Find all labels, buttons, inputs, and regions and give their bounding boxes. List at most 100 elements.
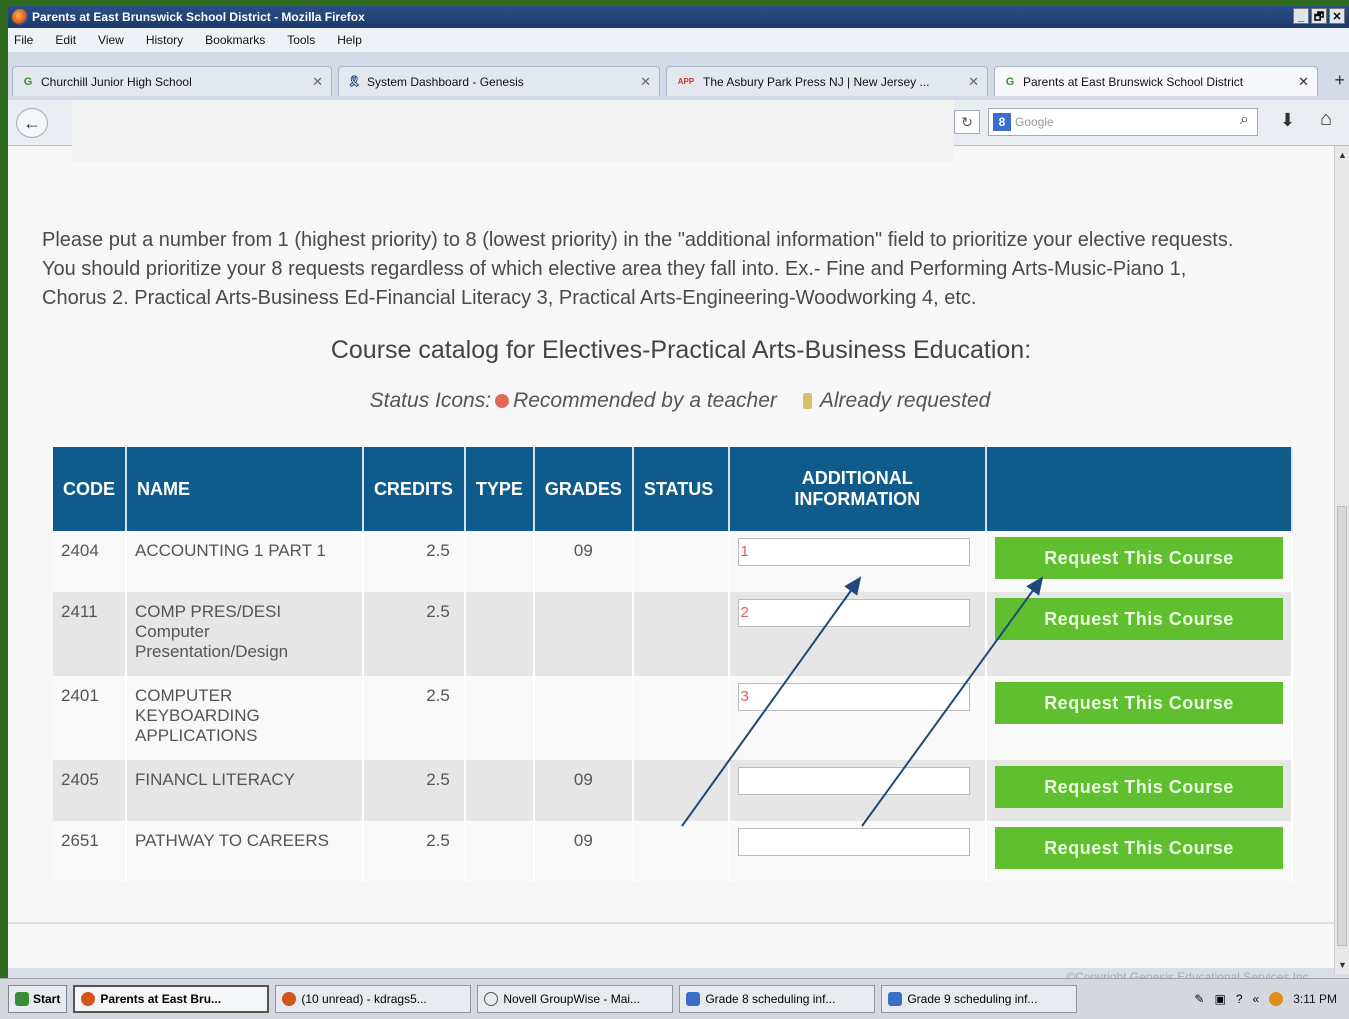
- cell-status: [632, 531, 730, 592]
- status-requested-label: Already requested: [819, 389, 991, 412]
- cell-credits: 2.5: [362, 676, 466, 760]
- close-button[interactable]: ✕: [1329, 8, 1345, 24]
- status-label: Status Icons:: [369, 389, 492, 412]
- cell-credits: 2.5: [362, 592, 466, 676]
- system-tray: ✎ ▣ ? « 3:11 PM: [1188, 985, 1343, 1013]
- google-icon: G: [23, 75, 33, 88]
- close-tab-icon[interactable]: ✕: [312, 74, 323, 90]
- page-divider: [8, 922, 1334, 924]
- cell-name: PATHWAY TO CAREERS: [126, 821, 364, 882]
- start-button[interactable]: Start: [8, 985, 68, 1013]
- windows-logo-icon: [15, 992, 29, 1006]
- cell-code: 2401: [53, 676, 128, 760]
- minimize-button[interactable]: _: [1293, 8, 1309, 24]
- header-grades[interactable]: GRADES: [533, 447, 634, 531]
- taskbar-item-groupwise[interactable]: Novell GroupWise - Mai...: [477, 985, 674, 1013]
- app-icon: APP: [677, 77, 695, 86]
- update-icon[interactable]: [1269, 992, 1284, 1006]
- scroll-up-icon[interactable]: ▲: [1338, 150, 1347, 160]
- tab-label: The Asbury Park Press NJ | New Jersey ..…: [703, 74, 930, 89]
- cell-type: [464, 531, 535, 592]
- windows-taskbar: Start Parents at East Bru... (10 unread)…: [0, 978, 1349, 1019]
- search-box[interactable]: 8 Google ⌕: [988, 108, 1258, 136]
- request-course-button[interactable]: Request This Course: [994, 766, 1283, 808]
- table-header-row: CODE NAME CREDITS TYPE GRADES STATUS ADD…: [53, 447, 1294, 531]
- header-name[interactable]: NAME: [126, 447, 364, 531]
- menu-view[interactable]: View: [98, 33, 124, 47]
- cell-credits: 2.5: [362, 760, 466, 821]
- table-row: 2401 COMPUTER KEYBOARDING APPLICATIONS 2…: [53, 676, 1294, 760]
- help-icon[interactable]: ?: [1236, 992, 1243, 1006]
- menu-bar: File Edit View History Bookmarks Tools H…: [8, 28, 1349, 52]
- close-tab-icon[interactable]: ✕: [640, 74, 651, 90]
- firefox-icon: [81, 992, 96, 1006]
- firefox-icon: [282, 992, 297, 1006]
- taskbar-item-grade8-doc[interactable]: Grade 8 scheduling inf...: [679, 985, 876, 1013]
- scroll-thumb[interactable]: [1337, 506, 1347, 946]
- back-button[interactable]: ←: [16, 108, 48, 138]
- taskbar-item-mail[interactable]: (10 unread) - kdrags5...: [275, 985, 472, 1013]
- taskbar-item-firefox[interactable]: Parents at East Bru...: [73, 985, 270, 1013]
- tab-asbury-park-press[interactable]: APP The Asbury Park Press NJ | New Jerse…: [666, 66, 988, 96]
- cell-name: FINANCL LITERACY: [126, 760, 364, 821]
- header-credits[interactable]: CREDITS: [362, 447, 466, 531]
- clock: 3:11 PM: [1293, 992, 1337, 1006]
- request-course-button[interactable]: Request This Course: [994, 682, 1283, 724]
- header-actions: [985, 447, 1294, 531]
- new-tab-icon[interactable]: +: [1334, 70, 1345, 91]
- cell-grades: 09: [533, 531, 634, 592]
- tab-parents-ebsd[interactable]: G Parents at East Brunswick School Distr…: [994, 66, 1318, 96]
- reload-icon[interactable]: ↻: [954, 110, 980, 134]
- tab-genesis-dashboard[interactable]: 🎗 System Dashboard - Genesis ✕: [338, 66, 660, 96]
- tab-churchill[interactable]: G Churchill Junior High School ✕: [12, 66, 332, 96]
- google-icon: G: [1005, 75, 1015, 88]
- tab-label: Churchill Junior High School: [41, 74, 192, 89]
- cell-name: ACCOUNTING 1 PART 1: [126, 531, 364, 592]
- cell-code: 2651: [53, 821, 128, 882]
- request-course-button[interactable]: Request This Course: [994, 598, 1283, 640]
- additional-info-input[interactable]: [737, 827, 970, 856]
- download-icon[interactable]: ⬇: [1280, 110, 1295, 131]
- additional-info-input[interactable]: [737, 766, 970, 795]
- course-table: CODE NAME CREDITS TYPE GRADES STATUS ADD…: [53, 447, 1294, 882]
- header-type[interactable]: TYPE: [464, 447, 535, 531]
- table-row: 2404 ACCOUNTING 1 PART 1 2.5 09 Request …: [53, 531, 1294, 592]
- groupwise-icon: [484, 992, 499, 1006]
- request-course-button[interactable]: Request This Course: [994, 537, 1283, 579]
- magnifier-icon[interactable]: ⌕: [1240, 111, 1249, 129]
- menu-file[interactable]: File: [14, 33, 33, 47]
- menu-bookmarks[interactable]: Bookmarks: [205, 33, 265, 47]
- menu-edit[interactable]: Edit: [55, 33, 76, 47]
- tab-label: Parents at East Brunswick School Distric…: [1023, 74, 1244, 89]
- scroll-down-icon[interactable]: ▼: [1338, 960, 1347, 970]
- status-icons-legend: Status Icons: Recommended by a teacher Alr…: [8, 389, 1334, 413]
- cell-status: [632, 592, 730, 676]
- chevron-left-icon[interactable]: «: [1253, 992, 1260, 1006]
- additional-info-input[interactable]: [737, 537, 970, 566]
- menu-tools[interactable]: Tools: [287, 33, 315, 47]
- display-icon[interactable]: ▣: [1214, 992, 1225, 1006]
- header-additional-information[interactable]: ADDITIONAL INFORMATION: [728, 447, 987, 531]
- home-icon[interactable]: ⌂: [1320, 108, 1332, 131]
- word-icon: [686, 992, 701, 1006]
- header-status[interactable]: STATUS: [632, 447, 730, 531]
- maximize-button[interactable]: 🗗: [1311, 8, 1327, 24]
- vertical-scrollbar[interactable]: ▲ ▼: [1334, 146, 1349, 974]
- close-tab-icon[interactable]: ✕: [968, 74, 979, 90]
- cell-name: COMPUTER KEYBOARDING APPLICATIONS: [126, 676, 364, 760]
- close-tab-icon[interactable]: ✕: [1298, 74, 1309, 90]
- search-engine-icon[interactable]: 8: [993, 113, 1011, 131]
- taskbar-item-grade9-doc[interactable]: Grade 9 scheduling inf...: [881, 985, 1078, 1013]
- cell-grades: [533, 676, 634, 760]
- header-code[interactable]: CODE: [53, 447, 128, 531]
- cell-code: 2405: [53, 760, 128, 821]
- pen-icon[interactable]: ✎: [1194, 992, 1204, 1006]
- cell-type: [464, 676, 535, 760]
- menu-help[interactable]: Help: [337, 33, 362, 47]
- table-row: 2411 COMP PRES/DESI Computer Presentatio…: [53, 592, 1294, 676]
- menu-history[interactable]: History: [146, 33, 183, 47]
- window-title: Parents at East Brunswick School Distric…: [32, 10, 365, 24]
- additional-info-input[interactable]: [737, 598, 970, 627]
- additional-info-input[interactable]: [737, 682, 970, 711]
- request-course-button[interactable]: Request This Course: [994, 827, 1283, 869]
